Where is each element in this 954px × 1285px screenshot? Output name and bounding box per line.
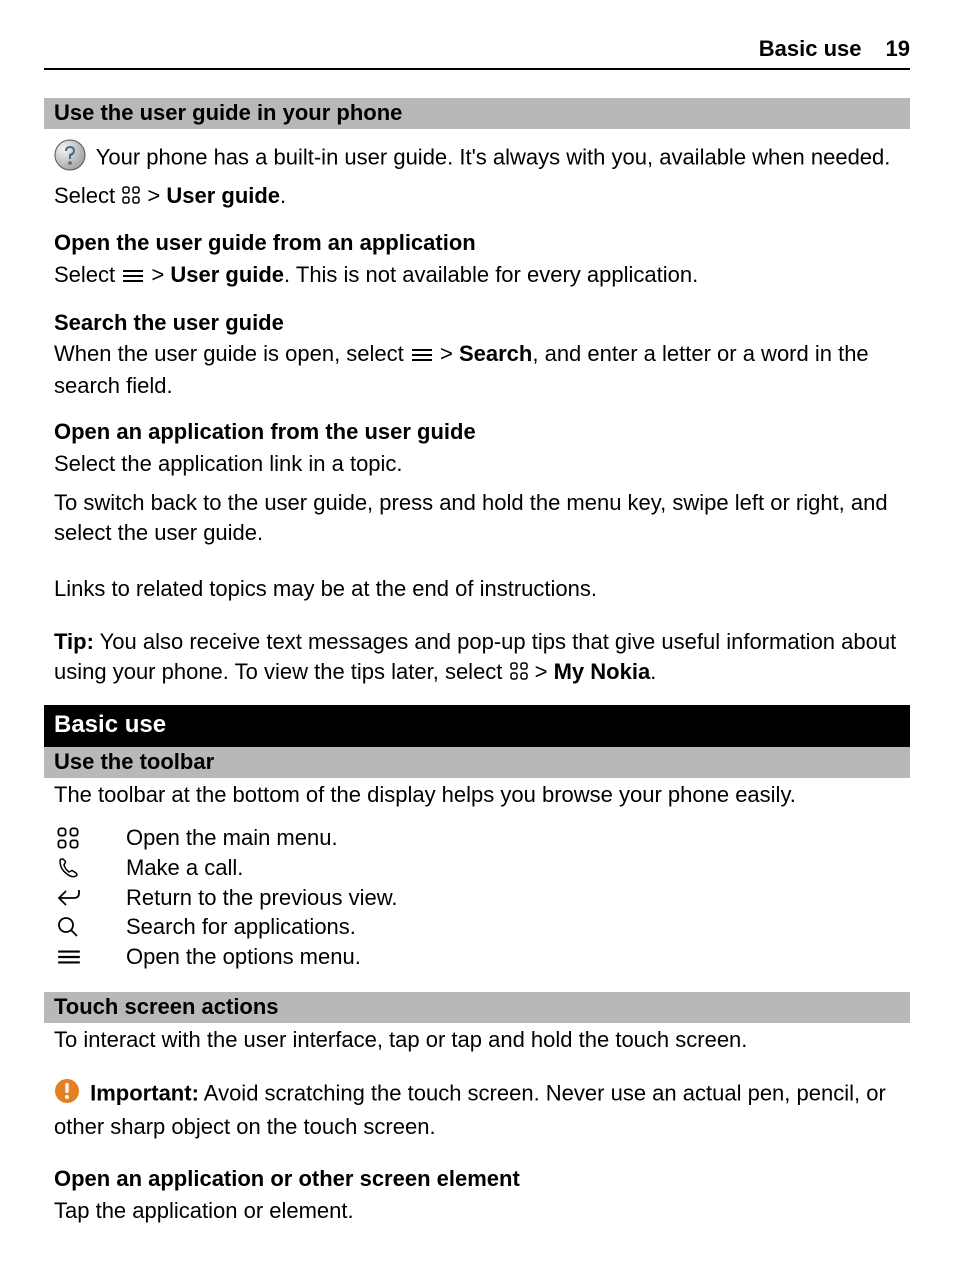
back-arrow-icon: [54, 887, 126, 909]
text-mid: >: [145, 262, 170, 287]
phone-icon: [54, 856, 126, 880]
search-icon: [54, 915, 126, 939]
select-pre: Select: [54, 183, 121, 208]
section-bar-basic-use-black: Basic use: [44, 705, 910, 747]
text-bold: User guide: [170, 262, 284, 287]
tip-label: Tip:: [54, 629, 94, 654]
options-icon: [410, 341, 434, 371]
tip-bold: My Nokia: [554, 659, 651, 684]
toolbar-intro: The toolbar at the bottom of the display…: [54, 780, 900, 810]
tip-pre: You also receive text messages and pop-u…: [54, 629, 896, 684]
subhead-open-element: Open an application or other screen elem…: [54, 1164, 900, 1194]
open-app-p1: Select the application link in a topic.: [54, 449, 900, 479]
touch-body: To interact with the user interface, tap…: [44, 1025, 910, 1225]
toolbar-label: Open the options menu.: [126, 942, 361, 972]
grid-icon: [509, 659, 529, 689]
options-icon: [121, 262, 145, 292]
header-page-number: 19: [886, 36, 910, 62]
subhead-open-from-app: Open the user guide from an application: [54, 228, 900, 258]
header-title: Basic use: [759, 36, 862, 62]
section-user-guide-body: Your phone has a built-in user guide. It…: [44, 139, 910, 689]
select-mid: >: [141, 183, 166, 208]
help-icon: [54, 139, 86, 179]
related-links-para: Links to related topics may be at the en…: [54, 574, 900, 604]
grid-icon: [121, 183, 141, 213]
toolbar-row-options: Open the options menu.: [54, 942, 900, 972]
toolbar-row-back: Return to the previous view.: [54, 883, 900, 913]
options-icon: [54, 948, 126, 966]
important-paragraph: Important: Avoid scratching the touch sc…: [54, 1078, 900, 1141]
toolbar-label: Return to the previous view.: [126, 883, 397, 913]
intro-text: Your phone has a built-in user guide. It…: [96, 145, 891, 170]
text-pre: When the user guide is open, select: [54, 341, 410, 366]
page: Basic use 19 Use the user guide in your …: [0, 0, 954, 1285]
section-bar-touch: Touch screen actions: [44, 992, 910, 1023]
select-bold: User guide: [166, 183, 280, 208]
text-pre: Select: [54, 262, 121, 287]
section-bar-user-guide: Use the user guide in your phone: [44, 98, 910, 129]
tip-paragraph: Tip: You also receive text messages and …: [54, 627, 900, 688]
toolbar-row-search: Search for applications.: [54, 912, 900, 942]
tip-end: .: [650, 659, 656, 684]
toolbar-row-menu: Open the main menu.: [54, 823, 900, 853]
select-end: .: [280, 183, 286, 208]
search-guide-para: When the user guide is open, select > Se…: [54, 339, 900, 400]
tip-mid: >: [529, 659, 554, 684]
intro-paragraph: Your phone has a built-in user guide. It…: [54, 139, 900, 179]
warning-icon: [54, 1078, 80, 1112]
intro-select-line: Select > User guide.: [54, 181, 900, 213]
subhead-open-app-from-guide: Open an application from the user guide: [54, 417, 900, 447]
touch-intro: To interact with the user interface, tap…: [54, 1025, 900, 1055]
page-header: Basic use 19: [44, 36, 910, 70]
text-mid: >: [434, 341, 459, 366]
subhead-search-guide: Search the user guide: [54, 308, 900, 338]
open-from-app-para: Select > User guide. This is not availab…: [54, 260, 900, 292]
grid-icon: [54, 826, 126, 850]
text-post: . This is not available for every applic…: [284, 262, 698, 287]
toolbar-body: The toolbar at the bottom of the display…: [44, 780, 910, 972]
text-bold: Search: [459, 341, 532, 366]
open-app-p2: To switch back to the user guide, press …: [54, 488, 900, 547]
open-element-para: Tap the application or element.: [54, 1196, 900, 1226]
toolbar-label: Open the main menu.: [126, 823, 338, 853]
section-bar-toolbar: Use the toolbar: [44, 747, 910, 778]
toolbar-row-call: Make a call.: [54, 853, 900, 883]
toolbar-label: Make a call.: [126, 853, 243, 883]
important-label: Important:: [90, 1081, 199, 1106]
toolbar-label: Search for applications.: [126, 912, 356, 942]
